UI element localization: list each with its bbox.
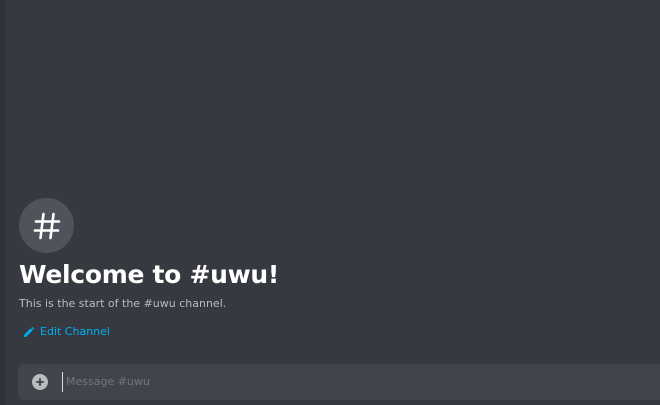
- message-input[interactable]: [62, 372, 626, 392]
- edit-channel-label: Edit Channel: [40, 325, 110, 338]
- pencil-icon: [23, 326, 34, 337]
- message-composer: [18, 364, 660, 400]
- welcome-subtitle: This is the start of the #uwu channel.: [19, 297, 227, 310]
- channel-welcome: Welcome to #uwu! This is the start of th…: [19, 198, 639, 340]
- welcome-title: Welcome to #uwu!: [19, 260, 279, 289]
- plus-circle-icon[interactable]: [32, 374, 48, 390]
- sidebar-edge: [0, 0, 5, 405]
- edit-channel-link[interactable]: Edit Channel: [19, 324, 110, 340]
- chat-window: Welcome to #uwu! This is the start of th…: [0, 0, 660, 405]
- hash-icon: [33, 212, 60, 239]
- channel-hash-avatar: [19, 198, 74, 253]
